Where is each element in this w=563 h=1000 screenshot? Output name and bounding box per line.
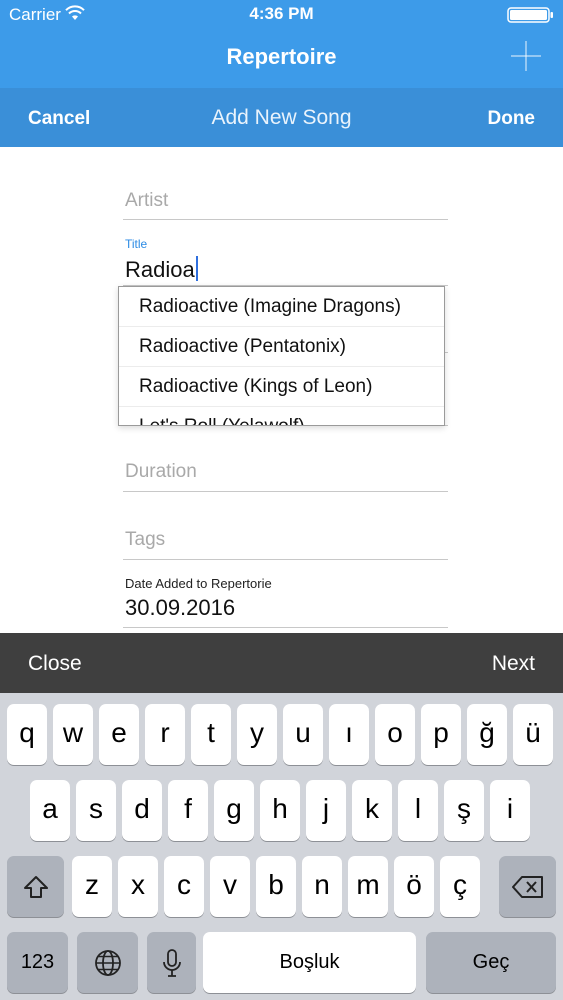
artist-field[interactable]: Artist xyxy=(123,180,448,220)
microphone-key[interactable] xyxy=(147,932,196,993)
key-i[interactable]: i xyxy=(490,780,530,841)
done-button[interactable]: Done xyxy=(488,108,536,130)
backspace-icon xyxy=(511,875,543,898)
date-added-field[interactable]: Date Added to Repertorie 30.09.2016 xyxy=(123,574,448,628)
key-s[interactable]: s xyxy=(76,780,116,841)
keyboard: qwertyuıopğü asdfghjklşi zxcvbnmöç 123 B… xyxy=(0,693,563,1000)
date-added-label: Date Added to Repertorie xyxy=(125,576,272,591)
app-title: Repertoire xyxy=(226,44,337,69)
key-d[interactable]: d xyxy=(122,780,162,841)
key-q[interactable]: q xyxy=(7,704,47,765)
microphone-icon xyxy=(162,948,181,977)
key-u[interactable]: u xyxy=(283,704,323,765)
text-cursor xyxy=(195,256,198,281)
key-g[interactable]: g xyxy=(214,780,254,841)
duration-placeholder: Duration xyxy=(125,461,197,482)
artist-placeholder: Artist xyxy=(125,190,169,211)
key-j[interactable]: j xyxy=(306,780,346,841)
title-text: Radioa xyxy=(125,257,195,282)
suggestion-item[interactable]: Radioactive (Imagine Dragons) xyxy=(119,287,444,327)
key-x[interactable]: x xyxy=(118,856,158,917)
key-k[interactable]: k xyxy=(352,780,392,841)
tags-placeholder: Tags xyxy=(125,529,166,550)
globe-key[interactable] xyxy=(77,932,138,993)
backspace-key[interactable] xyxy=(499,856,556,917)
shift-icon xyxy=(23,875,48,898)
tags-field[interactable]: Tags xyxy=(123,518,448,560)
close-keyboard-button[interactable]: Close xyxy=(28,652,82,676)
title-field[interactable]: Title Radioa xyxy=(123,236,448,286)
app-bar: Repertoire xyxy=(0,30,563,88)
duration-field[interactable]: Duration xyxy=(123,450,448,492)
key-e[interactable]: e xyxy=(99,704,139,765)
globe-icon xyxy=(94,949,121,976)
key-ü[interactable]: ü xyxy=(513,704,553,765)
form-toolbar: Cancel Add New Song Done xyxy=(0,88,563,147)
suggestion-item[interactable]: Radioactive (Kings of Leon) xyxy=(119,367,444,407)
autocomplete-dropdown: Radioactive (Imagine Dragons) Radioactiv… xyxy=(118,286,445,426)
battery-icon xyxy=(507,7,553,23)
next-field-button[interactable]: Next xyxy=(492,652,535,676)
key-p[interactable]: p xyxy=(421,704,461,765)
suggestion-item[interactable]: Radioactive (Pentatonix) xyxy=(119,327,444,367)
key-l[interactable]: l xyxy=(398,780,438,841)
key-ı[interactable]: ı xyxy=(329,704,369,765)
keyboard-accessory-bar: Close Next xyxy=(0,633,563,693)
key-t[interactable]: t xyxy=(191,704,231,765)
key-o[interactable]: o xyxy=(375,704,415,765)
shift-key[interactable] xyxy=(7,856,64,917)
key-n[interactable]: n xyxy=(302,856,342,917)
numbers-key[interactable]: 123 xyxy=(7,932,68,993)
key-y[interactable]: y xyxy=(237,704,277,765)
key-f[interactable]: f xyxy=(168,780,208,841)
key-ç[interactable]: ç xyxy=(440,856,480,917)
key-z[interactable]: z xyxy=(72,856,112,917)
date-added-value: 30.09.2016 xyxy=(125,595,236,620)
key-a[interactable]: a xyxy=(30,780,70,841)
title-label: Title xyxy=(125,237,148,251)
title-value: Radioa xyxy=(125,256,198,283)
key-h[interactable]: h xyxy=(260,780,300,841)
key-r[interactable]: r xyxy=(145,704,185,765)
return-key[interactable]: Geç xyxy=(426,932,556,993)
key-c[interactable]: c xyxy=(164,856,204,917)
space-key[interactable]: Boşluk xyxy=(203,932,416,993)
key-w[interactable]: w xyxy=(53,704,93,765)
key-ş[interactable]: ş xyxy=(444,780,484,841)
add-song-button[interactable] xyxy=(511,41,541,71)
key-v[interactable]: v xyxy=(210,856,250,917)
status-bar: Carrier 4:36 PM xyxy=(0,0,563,30)
suggestion-item[interactable]: Let's Roll (Yelawolf) xyxy=(119,407,444,425)
key-ö[interactable]: ö xyxy=(394,856,434,917)
key-ğ[interactable]: ğ xyxy=(467,704,507,765)
key-b[interactable]: b xyxy=(256,856,296,917)
key-m[interactable]: m xyxy=(348,856,388,917)
clock: 4:36 PM xyxy=(249,4,314,23)
form-title: Add New Song xyxy=(211,106,352,129)
